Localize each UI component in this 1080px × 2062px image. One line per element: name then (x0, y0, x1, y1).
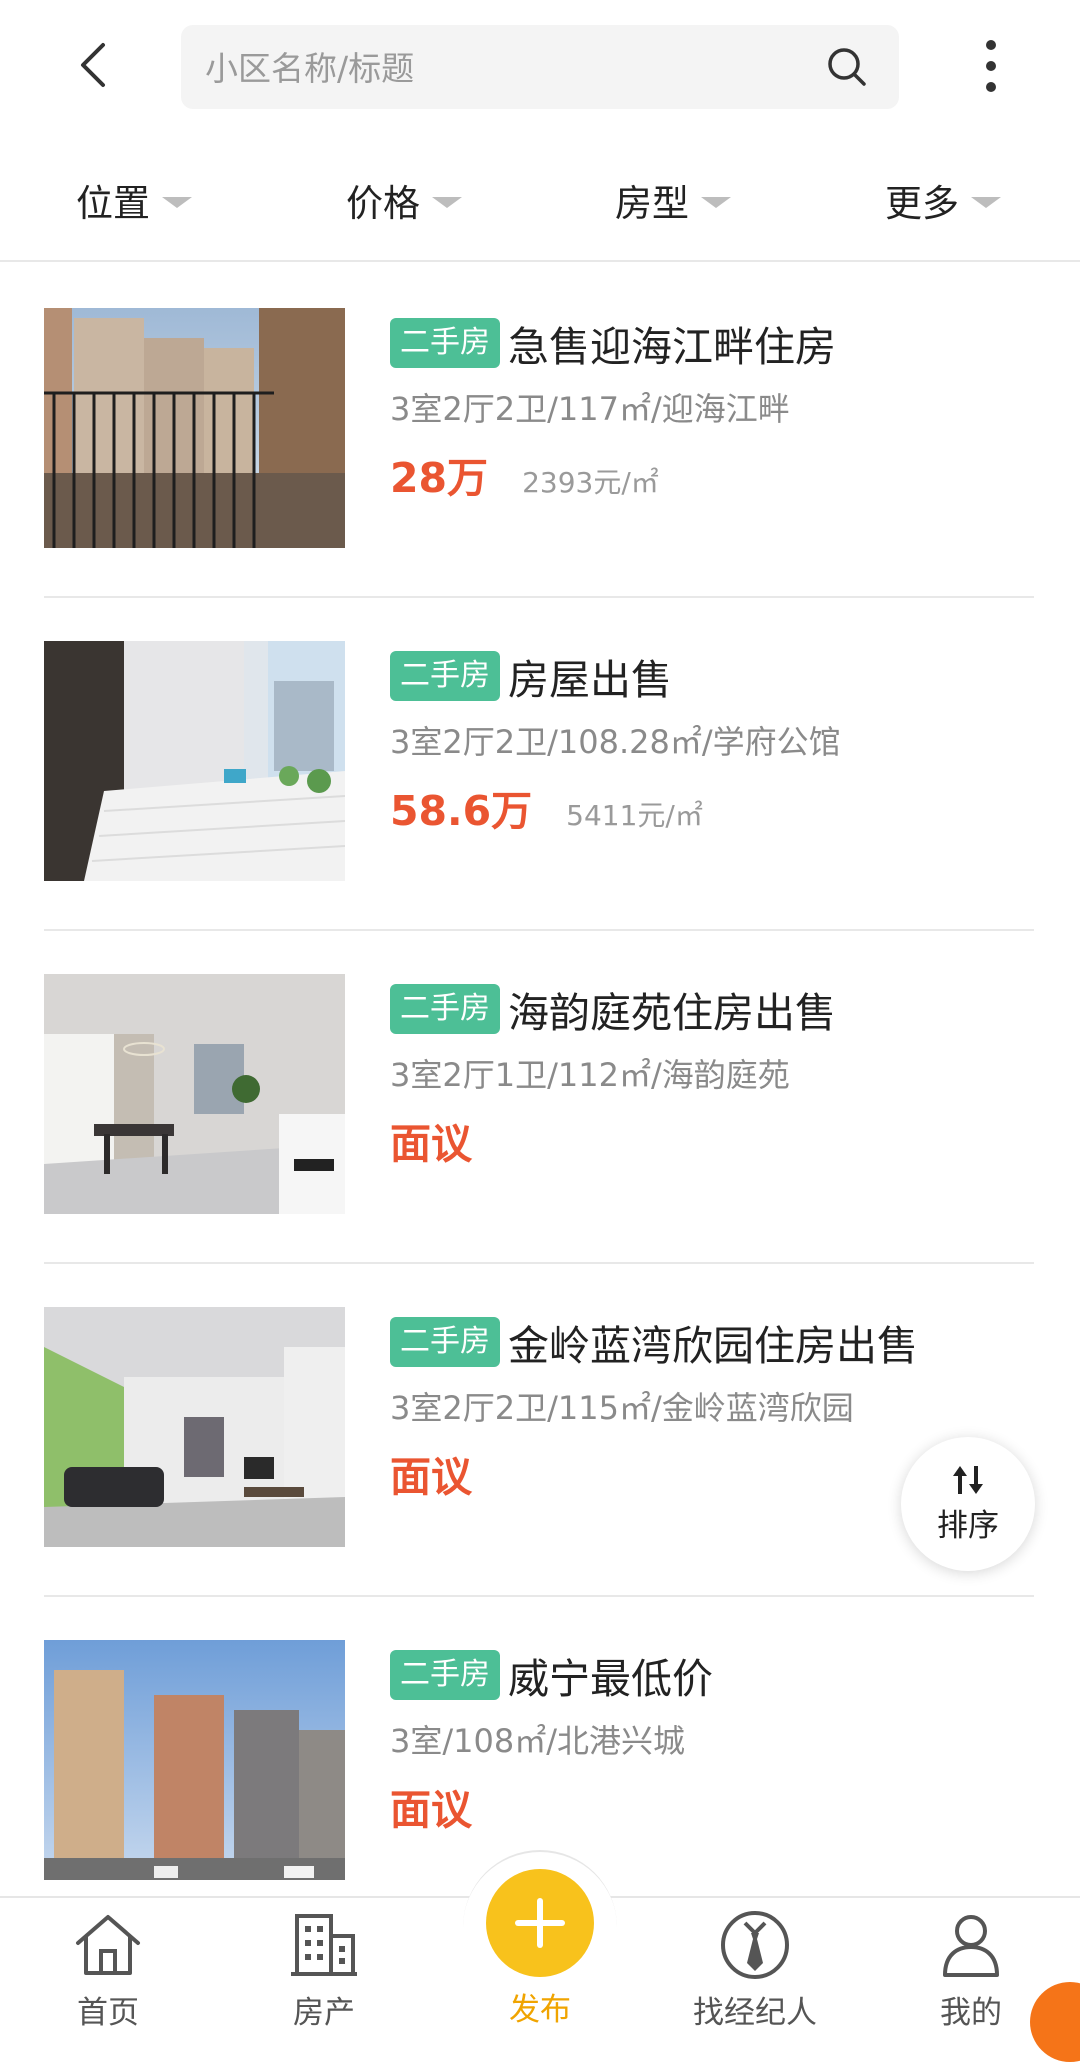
listing-price: 面议 (390, 1786, 472, 1834)
listing-item[interactable]: 二手房 急售迎海江畔住房 3室2厅2卫/117㎡/迎海江畔 28万 2393元/… (44, 262, 1034, 598)
publish-label: 发布 (509, 1992, 571, 2028)
listing-info: 二手房 房屋出售 3室2厅2卫/108.28㎡/学府公馆 58.6万 5411元… (390, 647, 1030, 837)
filter-label: 位置 (76, 182, 150, 225)
plus-icon (515, 1898, 565, 1948)
user-icon (931, 1906, 1011, 1983)
listing-title: 威宁最低价 (508, 1655, 713, 1703)
listing-item[interactable]: 二手房 金岭蓝湾欣园住房出售 3室2厅2卫/115㎡/金岭蓝湾欣园 面议 (44, 1261, 1034, 1597)
listing-photo (44, 641, 345, 881)
home-icon (68, 1906, 148, 1983)
search-box[interactable] (181, 25, 899, 111)
chevron-left-icon (81, 43, 105, 87)
sort-label: 排序 (937, 1507, 999, 1544)
caret-down-icon (701, 196, 731, 208)
listing-price: 58.6万 (390, 787, 533, 835)
nav-label: 找经纪人 (693, 1995, 817, 2031)
listing-photo (44, 1307, 345, 1547)
caret-down-icon (971, 196, 1001, 208)
listing-details: 3室2厅2卫/108.28㎡/学府公馆 (390, 723, 841, 761)
filter-more[interactable]: 更多 (885, 170, 1001, 230)
nav-label: 首页 (77, 1995, 139, 2031)
filter-location[interactable]: 位置 (76, 170, 192, 230)
listing-price: 面议 (390, 1120, 472, 1168)
listing-title: 房屋出售 (508, 656, 672, 704)
back-button[interactable] (62, 30, 122, 100)
listing-item[interactable]: 二手房 房屋出售 3室2厅2卫/108.28㎡/学府公馆 58.6万 5411元… (44, 595, 1034, 931)
dot-icon (986, 40, 996, 50)
listing-title-row: 二手房 金岭蓝湾欣园住房出售 (390, 1313, 1030, 1371)
nav-label: 我的 (940, 1995, 1002, 2031)
filter-price[interactable]: 价格 (346, 170, 462, 230)
listing-unit-price: 5411元/㎡ (566, 799, 703, 832)
sort-button[interactable]: 排序 (901, 1437, 1035, 1571)
listing-tag: 二手房 (390, 984, 500, 1034)
listing-price: 面议 (390, 1453, 472, 1501)
publish-button[interactable] (486, 1869, 594, 1977)
listing-photo (44, 1640, 345, 1880)
listing-tag: 二手房 (390, 651, 500, 701)
dot-icon (986, 61, 996, 71)
listing-photo (44, 974, 345, 1214)
listing-price-row: 28万 2393元/㎡ (390, 444, 1030, 504)
nav-home[interactable]: 首页 (38, 1896, 178, 2032)
listing-photo (44, 308, 345, 548)
listing-info: 二手房 威宁最低价 3室/108㎡/北港兴城 面议 (390, 1646, 1030, 1836)
listing-title: 急售迎海江畔住房 (508, 323, 836, 371)
listing-details: 3室2厅2卫/115㎡/金岭蓝湾欣园 (390, 1389, 854, 1427)
listing-unit-price: 2393元/㎡ (522, 466, 659, 499)
filter-room-type[interactable]: 房型 (615, 170, 731, 230)
filter-label: 价格 (346, 182, 420, 225)
nav-find-agent[interactable]: 找经纪人 (685, 1896, 825, 2032)
caret-down-icon (432, 196, 462, 208)
listing-details: 3室2厅1卫/112㎡/海韵庭苑 (390, 1056, 790, 1094)
top-bar (0, 0, 1080, 135)
listing-price-row: 面议 (390, 1110, 1030, 1170)
caret-down-icon (162, 196, 192, 208)
filter-label: 房型 (615, 182, 689, 225)
listing-title: 海韵庭苑住房出售 (508, 989, 836, 1037)
agent-tie-icon (715, 1906, 795, 1983)
listing-title: 金岭蓝湾欣园住房出售 (508, 1322, 918, 1370)
listing-details: 3室2厅2卫/117㎡/迎海江畔 (390, 390, 790, 428)
nav-property[interactable]: 房产 (254, 1896, 394, 2032)
filter-label: 更多 (885, 182, 959, 225)
listing-price-row: 58.6万 5411元/㎡ (390, 777, 1030, 837)
building-icon (284, 1906, 364, 1983)
listing-info: 二手房 海韵庭苑住房出售 3室2厅1卫/112㎡/海韵庭苑 面议 (390, 980, 1030, 1170)
listing-title-row: 二手房 威宁最低价 (390, 1646, 1030, 1704)
search-icon[interactable] (823, 43, 871, 91)
listing-info: 二手房 急售迎海江畔住房 3室2厅2卫/117㎡/迎海江畔 28万 2393元/… (390, 314, 1030, 504)
listing-item[interactable]: 二手房 海韵庭苑住房出售 3室2厅1卫/112㎡/海韵庭苑 面议 (44, 928, 1034, 1264)
nav-mine[interactable]: 我的 (901, 1896, 1041, 2032)
nav-label: 房产 (293, 1995, 355, 2031)
listing-title-row: 二手房 急售迎海江畔住房 (390, 314, 1030, 372)
listing-details: 3室/108㎡/北港兴城 (390, 1722, 686, 1760)
listing-price-row: 面议 (390, 1776, 1030, 1836)
dot-icon (986, 82, 996, 92)
more-menu-button[interactable] (960, 30, 1022, 102)
listing-tag: 二手房 (390, 1650, 500, 1700)
sort-arrows-icon (953, 1465, 983, 1494)
listing-tag: 二手房 (390, 1317, 500, 1367)
filter-bar: 位置 价格 房型 更多 (0, 150, 1080, 262)
listing-title-row: 二手房 房屋出售 (390, 647, 1030, 705)
listing-price: 28万 (390, 454, 489, 502)
listing-title-row: 二手房 海韵庭苑住房出售 (390, 980, 1030, 1038)
listing-tag: 二手房 (390, 318, 500, 368)
search-input[interactable] (203, 25, 787, 111)
